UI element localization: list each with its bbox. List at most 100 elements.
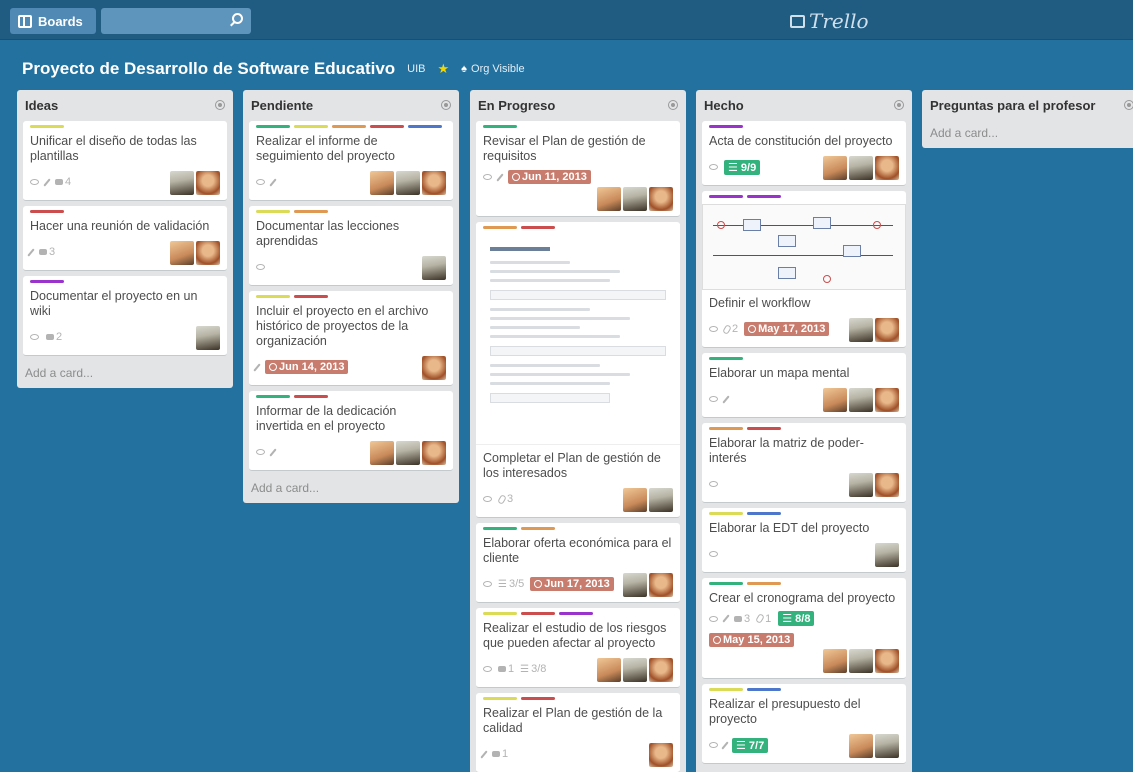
- card-title: Realizar el estudio de los riesgos que p…: [483, 621, 667, 650]
- card-title: Realizar el presupuesto del proyecto: [709, 697, 861, 726]
- avatar[interactable]: [370, 441, 394, 465]
- watch-icon: [256, 449, 265, 455]
- avatar[interactable]: [623, 488, 647, 512]
- due-date-badge[interactable]: Jun 11, 2013: [508, 170, 591, 184]
- list-menu-icon[interactable]: [668, 100, 678, 110]
- card[interactable]: Completar el Plan de gestión de los inte…: [476, 222, 680, 518]
- search-icon[interactable]: [232, 13, 243, 24]
- card[interactable]: Realizar el informe de seguimiento del p…: [249, 121, 453, 201]
- avatar[interactable]: [849, 318, 873, 342]
- list-ideas: Ideas Unificar el diseño de todas las pl…: [17, 90, 233, 388]
- avatar[interactable]: [170, 171, 194, 195]
- avatar[interactable]: [422, 256, 446, 280]
- avatar[interactable]: [370, 171, 394, 195]
- avatar[interactable]: [649, 743, 673, 767]
- card[interactable]: Revisar el Plan de gestión de requisitos…: [476, 121, 680, 217]
- list-menu-icon[interactable]: [1124, 100, 1133, 110]
- add-card-button[interactable]: Add a card...: [702, 764, 906, 772]
- avatar[interactable]: [849, 734, 873, 758]
- board-title[interactable]: Proyecto de Desarrollo de Software Educa…: [22, 59, 395, 79]
- description-icon: [269, 177, 277, 187]
- list-menu-icon[interactable]: [215, 100, 225, 110]
- list-preguntas: Preguntas para el profesor Add a card...: [922, 90, 1133, 148]
- avatar[interactable]: [422, 356, 446, 380]
- org-tag[interactable]: UIB: [407, 63, 425, 75]
- avatar[interactable]: [823, 649, 847, 673]
- clock-icon: [269, 363, 277, 371]
- add-card-button[interactable]: Add a card...: [928, 116, 1133, 142]
- list-title[interactable]: Hecho: [704, 98, 744, 113]
- card-title: Elaborar oferta económica para el client…: [483, 536, 672, 565]
- card[interactable]: Documentar las lecciones aprendidas: [249, 206, 453, 286]
- avatar[interactable]: [875, 473, 899, 497]
- avatar[interactable]: [597, 187, 621, 211]
- card[interactable]: Definir el workflow 2 May 17, 2013: [702, 191, 906, 348]
- card[interactable]: Informar de la dedicación invertida en e…: [249, 391, 453, 471]
- card[interactable]: Documentar el proyecto en un wiki 2: [23, 276, 227, 356]
- avatar[interactable]: [875, 543, 899, 567]
- card[interactable]: Elaborar un mapa mental: [702, 353, 906, 418]
- card[interactable]: Elaborar oferta económica para el client…: [476, 523, 680, 603]
- avatar[interactable]: [875, 649, 899, 673]
- list-menu-icon[interactable]: [441, 100, 451, 110]
- card[interactable]: Incluir el proyecto en el archivo histór…: [249, 291, 453, 386]
- avatar[interactable]: [196, 326, 220, 350]
- avatar[interactable]: [422, 171, 446, 195]
- avatar[interactable]: [823, 388, 847, 412]
- avatar[interactable]: [649, 488, 673, 512]
- list-title[interactable]: En Progreso: [478, 98, 555, 113]
- avatar[interactable]: [649, 573, 673, 597]
- avatar[interactable]: [623, 573, 647, 597]
- boards-button[interactable]: Boards: [10, 8, 96, 34]
- avatar[interactable]: [422, 441, 446, 465]
- visibility-toggle[interactable]: ♠ Org Visible: [461, 63, 524, 75]
- avatar[interactable]: [823, 156, 847, 180]
- add-card-button[interactable]: Add a card...: [249, 471, 453, 497]
- avatar[interactable]: [623, 187, 647, 211]
- list-title[interactable]: Preguntas para el profesor: [930, 98, 1095, 113]
- card[interactable]: Realizar el Plan de gestión de la calida…: [476, 693, 680, 772]
- card[interactable]: Acta de constitución del proyecto ☰ 9/9: [702, 121, 906, 186]
- card[interactable]: Realizar el presupuesto del proyecto ☰ 7…: [702, 684, 906, 764]
- list-menu-icon[interactable]: [894, 100, 904, 110]
- add-card-button[interactable]: Add a card...: [23, 356, 227, 382]
- avatar[interactable]: [875, 156, 899, 180]
- avatar[interactable]: [849, 388, 873, 412]
- card[interactable]: Realizar el estudio de los riesgos que p…: [476, 608, 680, 688]
- comment-icon: [46, 334, 54, 340]
- due-date-badge[interactable]: May 17, 2013: [744, 322, 830, 336]
- list-title[interactable]: Pendiente: [251, 98, 313, 113]
- card[interactable]: Crear el cronograma del proyecto 3 1 ☰ 8…: [702, 578, 906, 679]
- card[interactable]: Elaborar la matriz de poder-interés: [702, 423, 906, 503]
- avatar[interactable]: [875, 318, 899, 342]
- avatar[interactable]: [196, 171, 220, 195]
- avatar[interactable]: [649, 658, 673, 682]
- avatar[interactable]: [196, 241, 220, 265]
- list-title[interactable]: Ideas: [25, 98, 58, 113]
- avatar[interactable]: [623, 658, 647, 682]
- description-icon: [721, 740, 729, 750]
- trello-logo[interactable]: Trello: [790, 9, 869, 33]
- avatar[interactable]: [170, 241, 194, 265]
- avatar[interactable]: [649, 187, 673, 211]
- due-date-badge[interactable]: Jun 17, 2013: [530, 577, 614, 591]
- avatar[interactable]: [597, 658, 621, 682]
- avatar[interactable]: [396, 441, 420, 465]
- avatar[interactable]: [849, 156, 873, 180]
- avatar[interactable]: [875, 388, 899, 412]
- description-icon: [496, 172, 504, 182]
- search-input[interactable]: [101, 8, 251, 34]
- star-icon[interactable]: ★: [438, 61, 450, 77]
- card[interactable]: Unificar el diseño de todas las plantill…: [23, 121, 227, 201]
- card[interactable]: Elaborar la EDT del proyecto: [702, 508, 906, 573]
- attachment-icon: [722, 323, 732, 335]
- due-date-badge[interactable]: May 15, 2013: [709, 633, 795, 647]
- card[interactable]: Hacer una reunión de validación 3: [23, 206, 227, 271]
- avatar[interactable]: [849, 473, 873, 497]
- due-date-badge[interactable]: Jun 14, 2013: [265, 360, 349, 374]
- avatar[interactable]: [875, 734, 899, 758]
- avatar[interactable]: [396, 171, 420, 195]
- label: [30, 125, 64, 128]
- avatar[interactable]: [849, 649, 873, 673]
- comment-icon: [734, 615, 742, 622]
